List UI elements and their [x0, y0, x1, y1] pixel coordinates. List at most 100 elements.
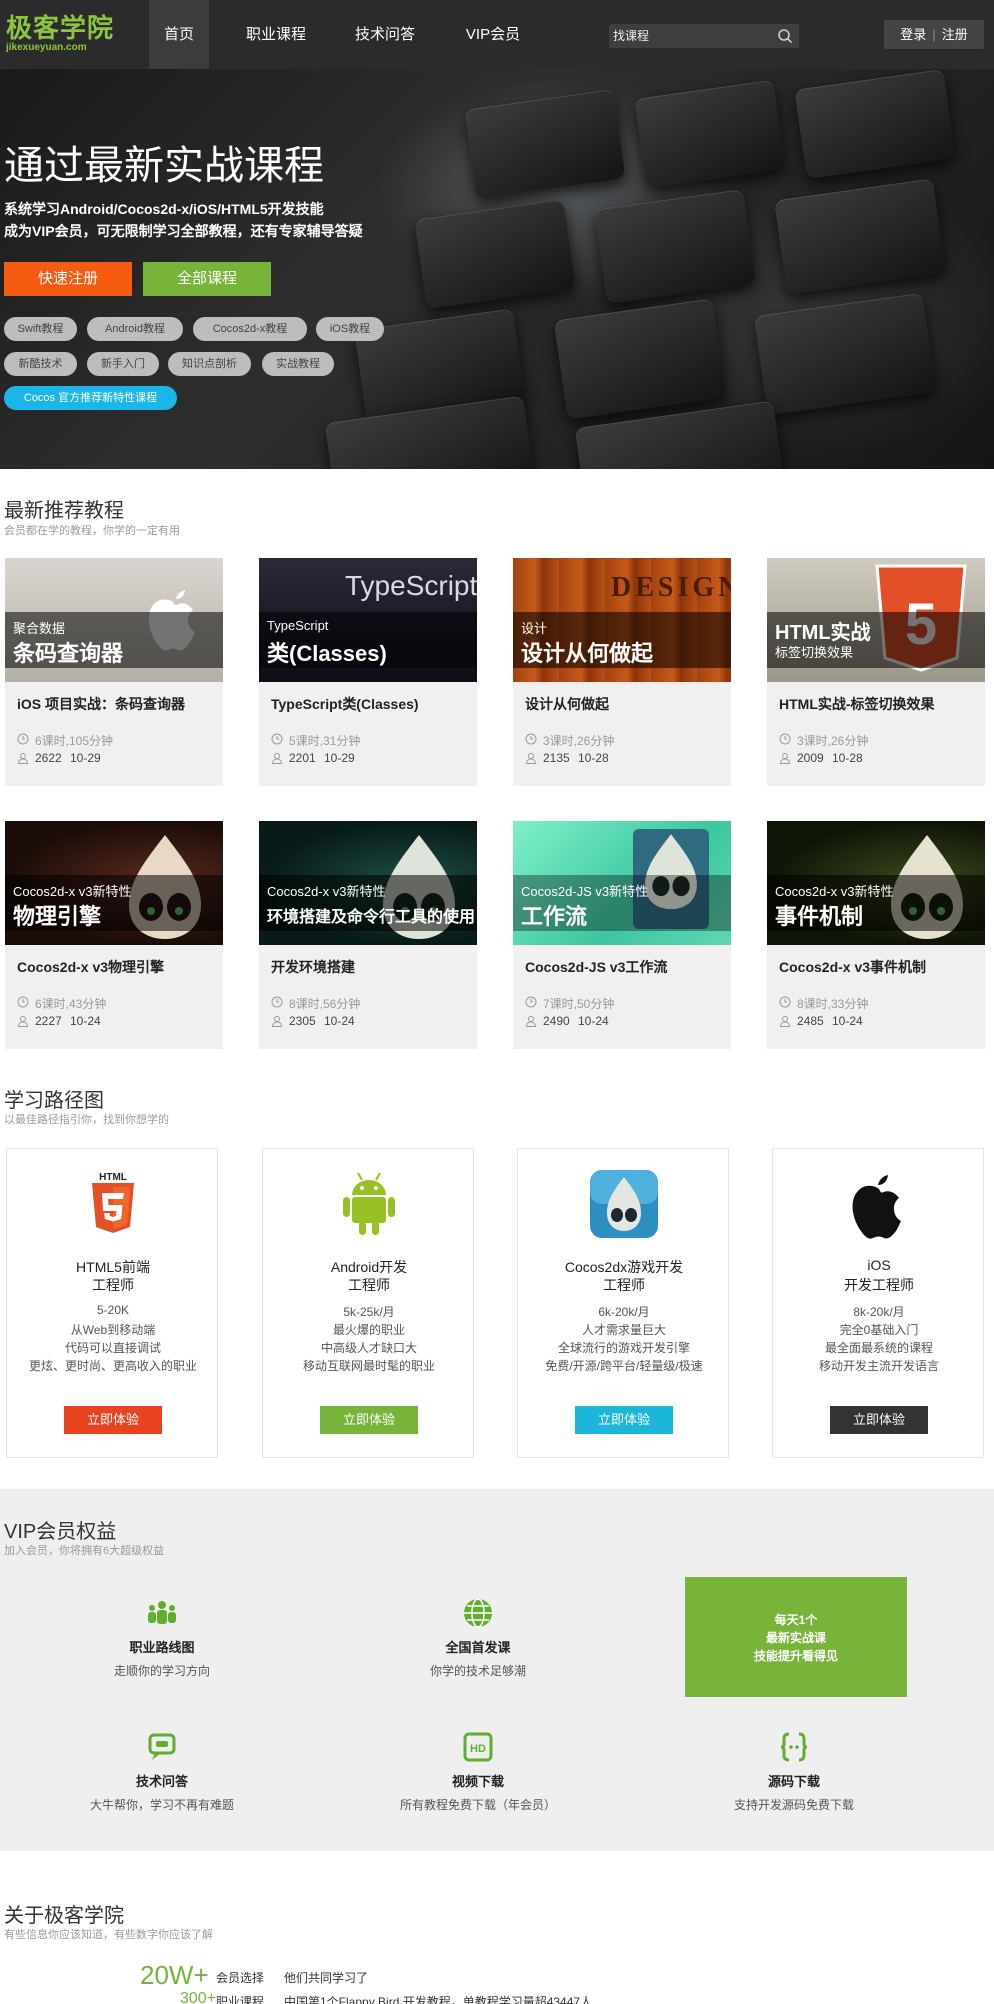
course-title[interactable]: Cocos2d-x v3物理引擎	[17, 957, 164, 977]
course-card[interactable]: DESIGN 设计 设计从何做起 设计从何做起 3课时,26分钟 2135 10…	[513, 558, 731, 786]
user-icon	[779, 1016, 791, 1027]
course-title[interactable]: HTML实战-标签切换效果	[779, 694, 935, 714]
path-desc: 全球流行的游戏开发引擎	[557, 1341, 690, 1355]
tag-swift[interactable]: Swift教程	[4, 317, 77, 341]
course-card[interactable]: TypeScript TypeScript 类(Classes) TypeScr…	[259, 558, 477, 786]
vip-highlight-box[interactable]: 每天1个 最新实战课 技能提升看得见	[685, 1577, 907, 1697]
tag-practice[interactable]: 实战教程	[262, 352, 334, 376]
course-duration: 3课时,26分钟	[797, 734, 869, 748]
hero-subtitle-1: 系统学习Android/Cocos2d-x/iOS/HTML5开发技能	[4, 201, 324, 217]
course-card[interactable]: Cocos2d-JS v3新特性 工作流 Cocos2d-JS v3工作流 7课…	[513, 821, 731, 1049]
path-desc: 最火爆的职业	[332, 1323, 405, 1337]
cover-big-text: HTML实战	[775, 622, 871, 644]
auth-separator: |	[932, 27, 936, 42]
tag-knowledge[interactable]: 知识点剖析	[168, 352, 251, 376]
tag-android[interactable]: Android教程	[87, 317, 183, 341]
cover-logo-text: TypeScript	[345, 570, 477, 601]
nav-item-vip[interactable]: VIP会员	[460, 0, 526, 69]
course-card[interactable]: Cocos2d-x v3新特性 环境搭建及命令行工具的使用 开发环境搭建 8课时…	[259, 821, 477, 1049]
login-link[interactable]: 登录	[900, 20, 926, 49]
cover-big-text: 设计从何做起	[521, 641, 654, 666]
vip-title: VIP会员权益	[4, 1521, 117, 1543]
stat-courses-number: 300+	[180, 1990, 217, 2004]
benefit-title: 技术问答	[135, 1774, 188, 1789]
about-subtitle: 有些信息你应该知道，有些数字你应该了解	[4, 1929, 213, 1941]
nav-item-tech-qa[interactable]: 技术问答	[349, 0, 421, 69]
search-input[interactable]	[613, 24, 773, 48]
clock-icon	[525, 996, 537, 1008]
logo[interactable]: 极客学院 jikexueyuan.com	[6, 14, 114, 54]
path-salary: 6k-20k/月	[598, 1305, 650, 1319]
path-card-android[interactable]: Android开发 工程师 5k-25k/月 最火爆的职业 中高级人才缺口大 移…	[262, 1148, 474, 1458]
tag-cocos2dx[interactable]: Cocos2d-x教程	[193, 317, 307, 341]
hero-title: 通过最新实战课程	[4, 144, 324, 188]
path-title-2: 工程师	[348, 1277, 390, 1293]
register-link[interactable]: 注册	[942, 20, 968, 49]
stat-members-number: 20W+	[140, 1960, 209, 1990]
path-desc: 人才需求量巨大	[581, 1323, 666, 1337]
cover-small-text: 设计	[521, 621, 548, 636]
try-now-button[interactable]: 立即体验	[64, 1406, 162, 1434]
try-now-button[interactable]: 立即体验	[830, 1406, 928, 1434]
recommend-title: 最新推荐教程	[4, 500, 124, 522]
course-title[interactable]: Cocos2d-x v3事件机制	[779, 957, 926, 977]
highlight-line-3: 技能提升看得见	[753, 1649, 838, 1663]
highlight-line-1: 每天1个	[774, 1613, 818, 1627]
vip-subtitle: 加入会员，你将拥有6大超级权益	[4, 1545, 165, 1557]
benefit-desc: 你学的技术足够潮	[429, 1664, 526, 1678]
clock-icon	[17, 996, 29, 1008]
course-card[interactable]: Cocos2d-x v3新特性 事件机制 Cocos2d-x v3事件机制 8课…	[767, 821, 985, 1049]
clock-icon	[779, 996, 791, 1008]
nav-item-career-courses[interactable]: 职业课程	[240, 0, 312, 69]
course-title[interactable]: 设计从何做起	[525, 694, 609, 714]
path-title: Android开发	[330, 1259, 408, 1275]
tag-new-tech[interactable]: 新酷技术	[4, 352, 77, 376]
svg-text:HTML: HTML	[99, 1172, 127, 1183]
stat-courses-text: 中国第1个Flappy Bird 开发教程，单教程学习量超43447人	[284, 1995, 593, 2004]
course-learners: 2227	[35, 1014, 62, 1028]
tag-cocos-featured[interactable]: Cocos 官方推荐新特性课程	[4, 386, 177, 410]
course-card[interactable]: 聚合数据 条码查询器 iOS 项目实战：条码查询器 6课时,105分钟 2622…	[5, 558, 223, 786]
course-title[interactable]: iOS 项目实战：条码查询器	[17, 694, 185, 714]
course-title[interactable]: 开发环境搭建	[271, 957, 355, 977]
path-card-html5[interactable]: HTML HTML5前端 工程师 5-20K 从Web到移动端 代码可以直接调试…	[6, 1148, 218, 1458]
path-title-2: 开发工程师	[844, 1277, 914, 1293]
benefit-video-download: HD 视频下载 所有教程免费下载（年会员）	[368, 1731, 588, 1813]
highlight-line-2: 最新实战课	[765, 1631, 826, 1645]
recommend-subtitle: 会员都在学的教程，你学的一定有用	[4, 525, 180, 537]
try-now-button[interactable]: 立即体验	[320, 1406, 418, 1434]
tag-beginner[interactable]: 新手入门	[87, 352, 159, 376]
course-title[interactable]: TypeScript类(Classes)	[271, 694, 419, 714]
path-title: HTML5前端	[76, 1259, 150, 1275]
try-now-button[interactable]: 立即体验	[575, 1406, 673, 1434]
course-cover: Cocos2d-x v3新特性 事件机制	[767, 821, 985, 945]
user-icon	[779, 753, 791, 764]
path-desc: 免费/开源/跨平台/轻量级/极速	[545, 1359, 703, 1373]
course-card[interactable]: 5 HTML实战 标签切换效果 HTML实战-标签切换效果 3课时,26分钟 2…	[767, 558, 985, 786]
cover-small-text: Cocos2d-JS v3新特性	[521, 884, 649, 899]
search-icon[interactable]	[777, 28, 793, 44]
path-desc: 从Web到移动端	[70, 1323, 156, 1337]
hero-subtitle-2: 成为VIP会员，可无限制学习全部教程，还有专家辅导答疑	[4, 223, 363, 239]
path-desc: 最全面最系统的课程	[824, 1341, 933, 1355]
course-learners: 2305	[289, 1014, 316, 1028]
android-icon	[343, 1172, 395, 1235]
quick-register-button[interactable]: 快速注册	[4, 262, 132, 296]
path-card-ios[interactable]: iOS 开发工程师 8k-20k/月 完全0基础入门 最全面最系统的课程 移动开…	[772, 1148, 984, 1458]
logo-text: 极客学院	[6, 13, 115, 43]
benefit-first-release: 全国首发课 你学的技术足够潮	[368, 1597, 588, 1679]
path-card-cocos2dx[interactable]: Cocos2dx游戏开发 工程师 6k-20k/月 人才需求量巨大 全球流行的游…	[517, 1148, 729, 1458]
chat-bubble-icon	[148, 1733, 176, 1760]
path-desc: 中高级人才缺口大	[320, 1341, 417, 1355]
tag-ios[interactable]: iOS教程	[316, 317, 384, 341]
course-card[interactable]: Cocos2d-x v3新特性 物理引擎 Cocos2d-x v3物理引擎 6课…	[5, 821, 223, 1049]
course-date: 10-29	[324, 751, 355, 765]
course-date: 10-28	[832, 751, 863, 765]
course-learners: 2201	[289, 751, 316, 765]
benefit-title: 职业路线图	[129, 1640, 195, 1655]
nav-item-home[interactable]: 首页	[149, 0, 209, 69]
course-duration: 8课时,56分钟	[289, 997, 361, 1011]
course-title[interactable]: Cocos2d-JS v3工作流	[525, 957, 667, 977]
clock-icon	[271, 733, 283, 745]
all-courses-button[interactable]: 全部课程	[143, 262, 271, 296]
